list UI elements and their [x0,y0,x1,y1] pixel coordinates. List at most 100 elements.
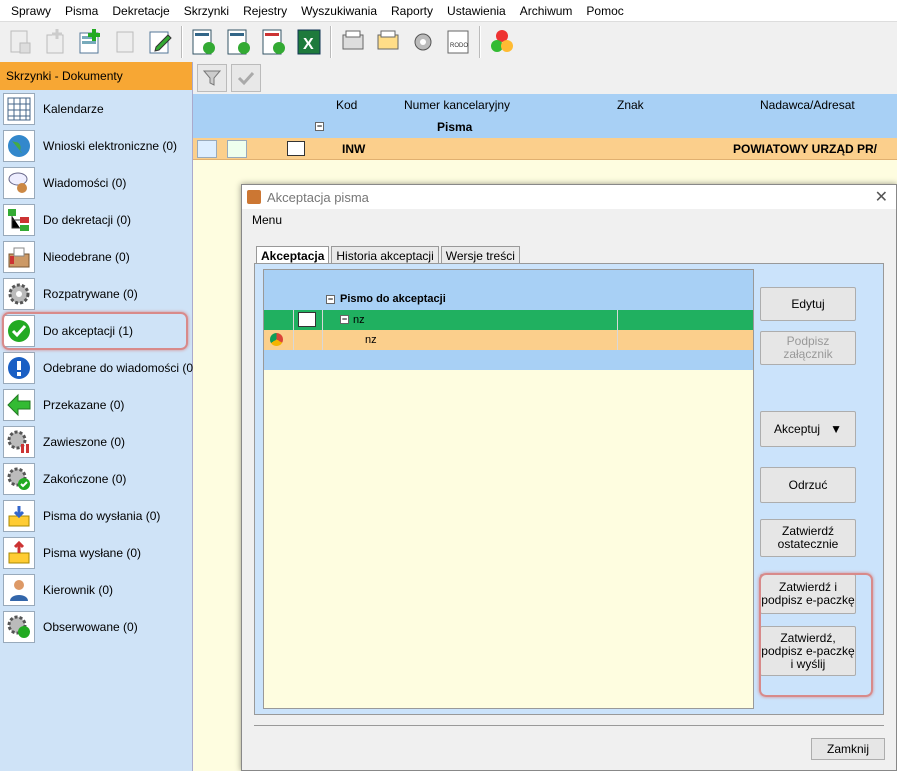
arrow-left-icon [3,388,35,421]
scan-batch-button[interactable] [372,25,404,59]
col-znak[interactable]: Znak [617,98,644,112]
sidebar-item-label: Rozpatrywane (0) [43,286,138,301]
collapse-icon[interactable]: − [340,315,349,324]
refresh-grid-2-button[interactable] [223,25,255,59]
confirm-button[interactable] [231,64,261,92]
main-tools [193,62,897,94]
collapse-icon[interactable]: − [315,122,324,131]
colors-button[interactable] [486,25,518,59]
tree-group-row[interactable]: − Pismo do akceptacji [264,290,753,310]
refresh-grid-button[interactable] [188,25,220,59]
menu-ustawienia[interactable]: Ustawienia [440,4,513,18]
edit-document-button[interactable] [144,25,176,59]
copy-document-icon [116,31,134,53]
register-document-button[interactable] [74,25,106,59]
dialog-tabs: Akceptacja Historia akceptacji Wersje tr… [256,246,522,264]
copy-document-button[interactable] [109,25,141,59]
grid-red-button[interactable] [258,25,290,59]
col-numer-kancelaryjny[interactable]: Numer kancelaryjny [404,98,510,112]
sidebar-item-wnioski[interactable]: Wnioski elektroniczne (0) [0,127,192,164]
menu-sprawy[interactable]: Sprawy [4,4,58,18]
row-nadawca: POWIATOWY URZĄD PR/ [733,142,877,156]
sidebar-item-label: Kierownik (0) [43,582,114,597]
tab-wersje-tresci[interactable]: Wersje treści [440,246,520,264]
sidebar-item-kalendarze[interactable]: Kalendarze [0,90,192,127]
edit-button[interactable]: Edytuj [760,287,856,321]
sidebar-item-wiadomosci[interactable]: Wiadomości (0) [0,164,192,201]
app-icon [247,190,261,204]
accept-button[interactable]: Akceptuj ▼ [760,411,856,447]
svg-text:X: X [303,36,314,53]
reject-button[interactable]: Odrzuć [760,467,856,503]
dialog-menu-item[interactable]: Menu [252,213,282,227]
close-icon[interactable]: ✕ [875,187,888,207]
menu-pomoc[interactable]: Pomoc [579,4,630,18]
tree-row[interactable]: − nz [264,310,753,330]
sidebar-item-zawieszone[interactable]: Zawieszone (0) [0,423,192,460]
outbox-icon [3,499,35,532]
sign-attachment-button[interactable]: Podpisz załącznik [760,331,856,365]
sidebar-item-do-dekretacji[interactable]: Do dekretacji (0) [0,201,192,238]
tab-historia-akceptacji[interactable]: Historia akceptacji [331,246,439,264]
sidebar-item-do-akceptacji[interactable]: Do akceptacji (1) [0,312,192,349]
tree-row-label: nz [353,314,365,326]
grid-header: Kod Numer kancelaryjny Znak Nadawca/Adre… [193,94,897,116]
tree-icon [3,203,35,236]
main-toolbar: X RODO [0,22,897,62]
group-row[interactable]: − Pisma [193,116,897,138]
gear-pause-icon [3,425,35,458]
settings-tool-button[interactable] [407,25,439,59]
sidebar-item-zakonczone[interactable]: Zakończone (0) [0,460,192,497]
login-icon [298,312,316,327]
approve-sign-button[interactable]: Zatwierdź i podpisz e-paczkę [760,574,856,614]
sidebar-item-label: Do dekretacji (0) [43,212,132,227]
menu-raporty[interactable]: Raporty [384,4,440,18]
menu-wyszukiwania[interactable]: Wyszukiwania [294,4,384,18]
message-icon [3,166,35,199]
grid-red-icon [262,29,285,55]
box-icon [3,240,35,273]
sidebar-header: Skrzynki - Dokumenty [0,62,192,90]
sidebar-item-przekazane[interactable]: Przekazane (0) [0,386,192,423]
sidebar-item-kierownik[interactable]: Kierownik (0) [0,571,192,608]
col-kod[interactable]: Kod [336,98,357,112]
scan-button[interactable] [337,25,369,59]
acceptance-tree: − Pismo do akceptacji − nz nz [263,269,754,709]
tab-akceptacja[interactable]: Akceptacja [256,246,330,264]
sidebar-item-label: Pisma wysłane (0) [43,545,142,560]
sidebar-item-odebrane-do-wiadomosci[interactable]: Odebrane do wiadomości (0) [0,349,197,386]
sidebar-item-nieodebrane[interactable]: Nieodebrane (0) [0,238,192,275]
sidebar-item-label: Do akceptacji (1) [43,323,134,338]
register-document-icon [79,29,100,54]
gears-icon [414,33,432,51]
person-icon [3,573,35,606]
tree-row[interactable]: nz [264,330,753,350]
sidebar-item-rozpatrywane[interactable]: Rozpatrywane (0) [0,275,192,312]
col-nadawca-adresat[interactable]: Nadawca/Adresat [760,98,855,112]
close-button[interactable]: Zamknij [811,738,885,760]
sidebar-item-label: Przekazane (0) [43,397,125,412]
menu-pisma[interactable]: Pisma [58,4,105,18]
menu-archiwum[interactable]: Archiwum [513,4,580,18]
add-document-button[interactable] [39,25,71,59]
sidebar-item-obserwowane[interactable]: Obserwowane (0) [0,608,192,645]
menu-skrzynki[interactable]: Skrzynki [177,4,236,18]
filter-button[interactable] [197,64,227,92]
approve-final-button[interactable]: Zatwierdź ostatecznie [760,519,856,557]
sidebar-item-pisma-wyslane[interactable]: Pisma wysłane (0) [0,534,192,571]
sidebar-item-pisma-do-wyslania[interactable]: Pisma do wysłania (0) [0,497,192,534]
table-row[interactable]: INW POWIATOWY URZĄD PR/ [193,138,897,160]
menu-dekretacje[interactable]: Dekretacje [105,4,176,18]
new-document-button[interactable] [4,25,36,59]
menu-rejestry[interactable]: Rejestry [236,4,294,18]
approve-send-button[interactable]: Zatwierdź, podpisz e-paczkę i wyślij [760,626,856,676]
excel-icon: X [297,29,321,55]
new-document-icon [10,30,31,54]
sidebar: Skrzynki - Dokumenty Kalendarze Wnioski … [0,62,197,771]
filter-icon [202,70,222,86]
grid-refresh-2-icon [227,29,250,55]
excel-export-button[interactable]: X [293,25,325,59]
sent-icon [3,536,35,569]
rodo-button[interactable]: RODO [442,25,474,59]
collapse-icon[interactable]: − [326,295,335,304]
